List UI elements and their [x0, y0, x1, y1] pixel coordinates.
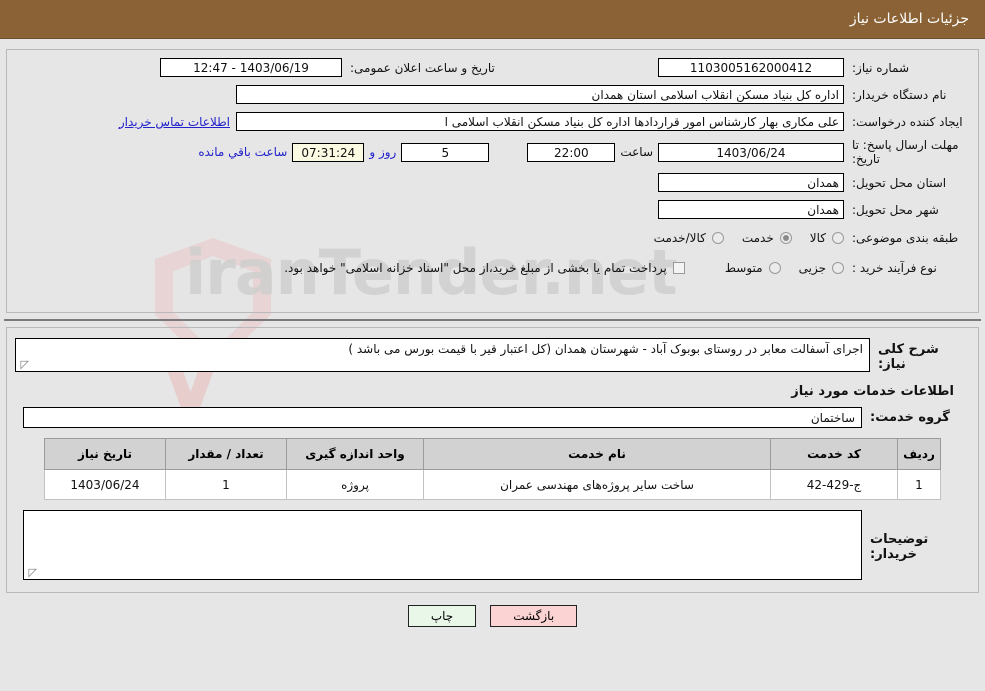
general-description-textarea[interactable]: اجرای آسفالت معابر در روستای بوبوک آباد …	[15, 338, 870, 372]
row-buyer-notes: توضیحات خریدار: ◸	[15, 500, 970, 588]
row-general-description: شرح کلی نیاز: اجرای آسفالت معابر در روست…	[15, 338, 970, 372]
buyer-contact-link[interactable]: اطلاعات تماس خریدار	[119, 115, 230, 129]
treasury-docs-checkbox-item[interactable]: پرداخت تمام یا بخشی از مبلغ خرید،از محل …	[284, 261, 685, 275]
deadline-remaining-label: ساعت باقي مانده	[198, 145, 288, 159]
deadline-days-label: روز و	[369, 145, 397, 159]
cell-date: 1403/06/24	[44, 469, 166, 500]
deadline-label: مهلت ارسال پاسخ: تا تاریخ:	[852, 138, 959, 166]
section-divider	[4, 319, 981, 321]
col-name: نام خدمت	[423, 438, 771, 470]
need-details-panel: شرح کلی نیاز: اجرای آسفالت معابر در روست…	[6, 327, 979, 593]
purchase-option-jozi-label: جزیی	[798, 261, 826, 275]
purchase-option-motavaset[interactable]: متوسط	[725, 261, 781, 275]
category-option-khedmat[interactable]: خدمت	[742, 231, 792, 245]
need-number-label: شماره نیاز:	[852, 60, 909, 75]
row-requester: ایجاد کننده درخواست: علی مکاری بهار کارش…	[7, 108, 978, 135]
cell-name: ساخت سایر پروژه‌های مهندسی عمران	[423, 469, 771, 500]
service-group-label: گروه خدمت:	[870, 410, 950, 425]
row-buyer-org: نام دستگاه خریدار: اداره کل بنیاد مسکن ا…	[7, 81, 978, 108]
deadline-value-wrap: 1403/06/24 ساعت 22:00 5 روز و 07:31:24 س…	[193, 142, 844, 162]
category-label: طبقه بندی موضوعی:	[852, 231, 959, 245]
deadline-countdown: 07:31:24	[292, 142, 365, 162]
checkbox-icon[interactable]	[672, 262, 685, 274]
top-spacer	[0, 39, 985, 49]
row-purchase-type: نوع فرآیند خرید : جزیی متوسط پرداخت تمام…	[7, 253, 978, 283]
category-options: کالا خدمت کالا/خدمت	[636, 231, 844, 245]
radio-icon[interactable]	[832, 232, 844, 244]
table-row[interactable]: 1 ج-429-42 ساخت سایر پروژه‌های مهندسی عم…	[44, 469, 941, 500]
resize-grip-icon[interactable]: ◸	[19, 359, 29, 370]
radio-icon[interactable]	[768, 262, 781, 274]
announce-datetime-label: تاریخ و ساعت اعلان عمومی:	[350, 60, 495, 75]
page-root: جزئیات اطلاعات نیاز شماره نیاز: 11030051…	[0, 0, 985, 627]
category-option-kala-label: کالا	[809, 231, 826, 245]
requester-label: ایجاد کننده درخواست:	[852, 114, 963, 129]
need-number-value-wrap: 1103005162000412	[658, 58, 844, 77]
deadline-time-label: ساعت	[620, 145, 653, 159]
row-delivery-city: شهر محل تحویل: همدان	[7, 196, 978, 223]
need-number-input[interactable]: 1103005162000412	[658, 58, 844, 77]
services-section-title: اطلاعات خدمات مورد نیاز	[791, 384, 954, 399]
page-title: جزئیات اطلاعات نیاز	[849, 11, 969, 27]
announce-datetime-input[interactable]: 1403/06/19 - 12:47	[160, 58, 342, 77]
col-code: کد خدمت	[770, 438, 898, 470]
category-option-kala-khedmat[interactable]: کالا/خدمت	[654, 231, 724, 245]
purchase-option-jozi[interactable]: جزیی	[799, 261, 844, 275]
page-title-bar: جزئیات اطلاعات نیاز	[0, 0, 985, 39]
radio-icon[interactable]	[832, 262, 844, 274]
row-delivery-province: استان محل تحویل: همدان	[7, 169, 978, 196]
action-buttons-bar: بازگشت چاپ	[0, 605, 985, 627]
services-table-header-row: ردیف کد خدمت نام خدمت واحد اندازه گیری ت…	[44, 438, 941, 470]
requester-value-wrap: علی مکاری بهار کارشناس امور قراردادها اد…	[236, 112, 844, 131]
buyer-notes-textarea[interactable]: ◸	[23, 510, 862, 580]
row-deadline: مهلت ارسال پاسخ: تا تاریخ: 1403/06/24 سا…	[7, 135, 978, 169]
category-option-kala[interactable]: کالا	[810, 231, 844, 245]
cell-row: 1	[897, 469, 941, 500]
row-need-number: شماره نیاز: 1103005162000412 تاریخ و ساع…	[7, 54, 978, 81]
cell-unit: پروژه	[286, 469, 424, 500]
buyer-notes-text	[24, 511, 861, 517]
delivery-province-label: استان محل تحویل:	[852, 175, 947, 190]
col-date: تاریخ نیاز	[44, 438, 166, 470]
category-option-khedmat-label: خدمت	[741, 231, 774, 245]
deadline-date-input[interactable]: 1403/06/24	[658, 142, 844, 162]
resize-grip-icon[interactable]: ◸	[27, 567, 37, 578]
requester-input[interactable]: علی مکاری بهار کارشناس امور قراردادها اد…	[236, 112, 844, 131]
purchase-option-motavaset-label: متوسط	[724, 261, 763, 275]
deadline-time-input[interactable]: 22:00	[527, 142, 616, 162]
service-group-input[interactable]: ساختمان	[23, 407, 862, 428]
cell-code: ج-429-42	[770, 469, 898, 500]
delivery-province-input[interactable]: همدان	[658, 173, 844, 192]
need-info-panel: شماره نیاز: 1103005162000412 تاریخ و ساع…	[6, 49, 979, 313]
buyer-org-label: نام دستگاه خریدار:	[852, 87, 947, 102]
treasury-docs-label: پرداخت تمام یا بخشی از مبلغ خرید،از محل …	[284, 261, 667, 275]
category-option-kala-khedmat-label: کالا/خدمت	[653, 231, 706, 245]
radio-icon[interactable]	[711, 232, 724, 244]
buyer-org-input[interactable]: اداره کل بنیاد مسکن انقلاب اسلامی استان …	[236, 85, 844, 104]
purchase-type-options: جزیی متوسط پرداخت تمام یا بخشی از مبلغ خ…	[266, 261, 844, 275]
purchase-type-label: نوع فرآیند خرید :	[852, 261, 937, 275]
general-description-text: اجرای آسفالت معابر در روستای بوبوک آباد …	[348, 342, 863, 356]
announce-datetime-value-wrap: 1403/06/19 - 12:47	[160, 58, 342, 77]
col-row: ردیف	[897, 438, 941, 470]
delivery-city-label: شهر محل تحویل:	[852, 202, 939, 217]
print-button[interactable]: چاپ	[407, 605, 477, 627]
delivery-city-input[interactable]: همدان	[658, 200, 844, 219]
radio-selected-icon[interactable]	[779, 232, 792, 244]
row-service-group: گروه خدمت: ساختمان	[15, 407, 970, 428]
col-qty: تعداد / مقدار	[165, 438, 287, 470]
deadline-days-input[interactable]: 5	[401, 142, 490, 162]
row-category: طبقه بندی موضوعی: کالا خدمت کالا/خدمت	[7, 223, 978, 253]
delivery-province-value-wrap: همدان	[658, 173, 844, 192]
services-table: ردیف کد خدمت نام خدمت واحد اندازه گیری ت…	[44, 438, 941, 500]
col-unit: واحد اندازه گیری	[286, 438, 424, 470]
delivery-city-value-wrap: همدان	[658, 200, 844, 219]
cell-qty: 1	[165, 469, 287, 500]
buyer-notes-label: توضیحات خریدار:	[870, 532, 929, 562]
general-description-label: شرح کلی نیاز:	[878, 342, 939, 372]
back-button[interactable]: بازگشت	[490, 605, 578, 627]
buyer-org-value-wrap: اداره کل بنیاد مسکن انقلاب اسلامی استان …	[15, 85, 844, 104]
